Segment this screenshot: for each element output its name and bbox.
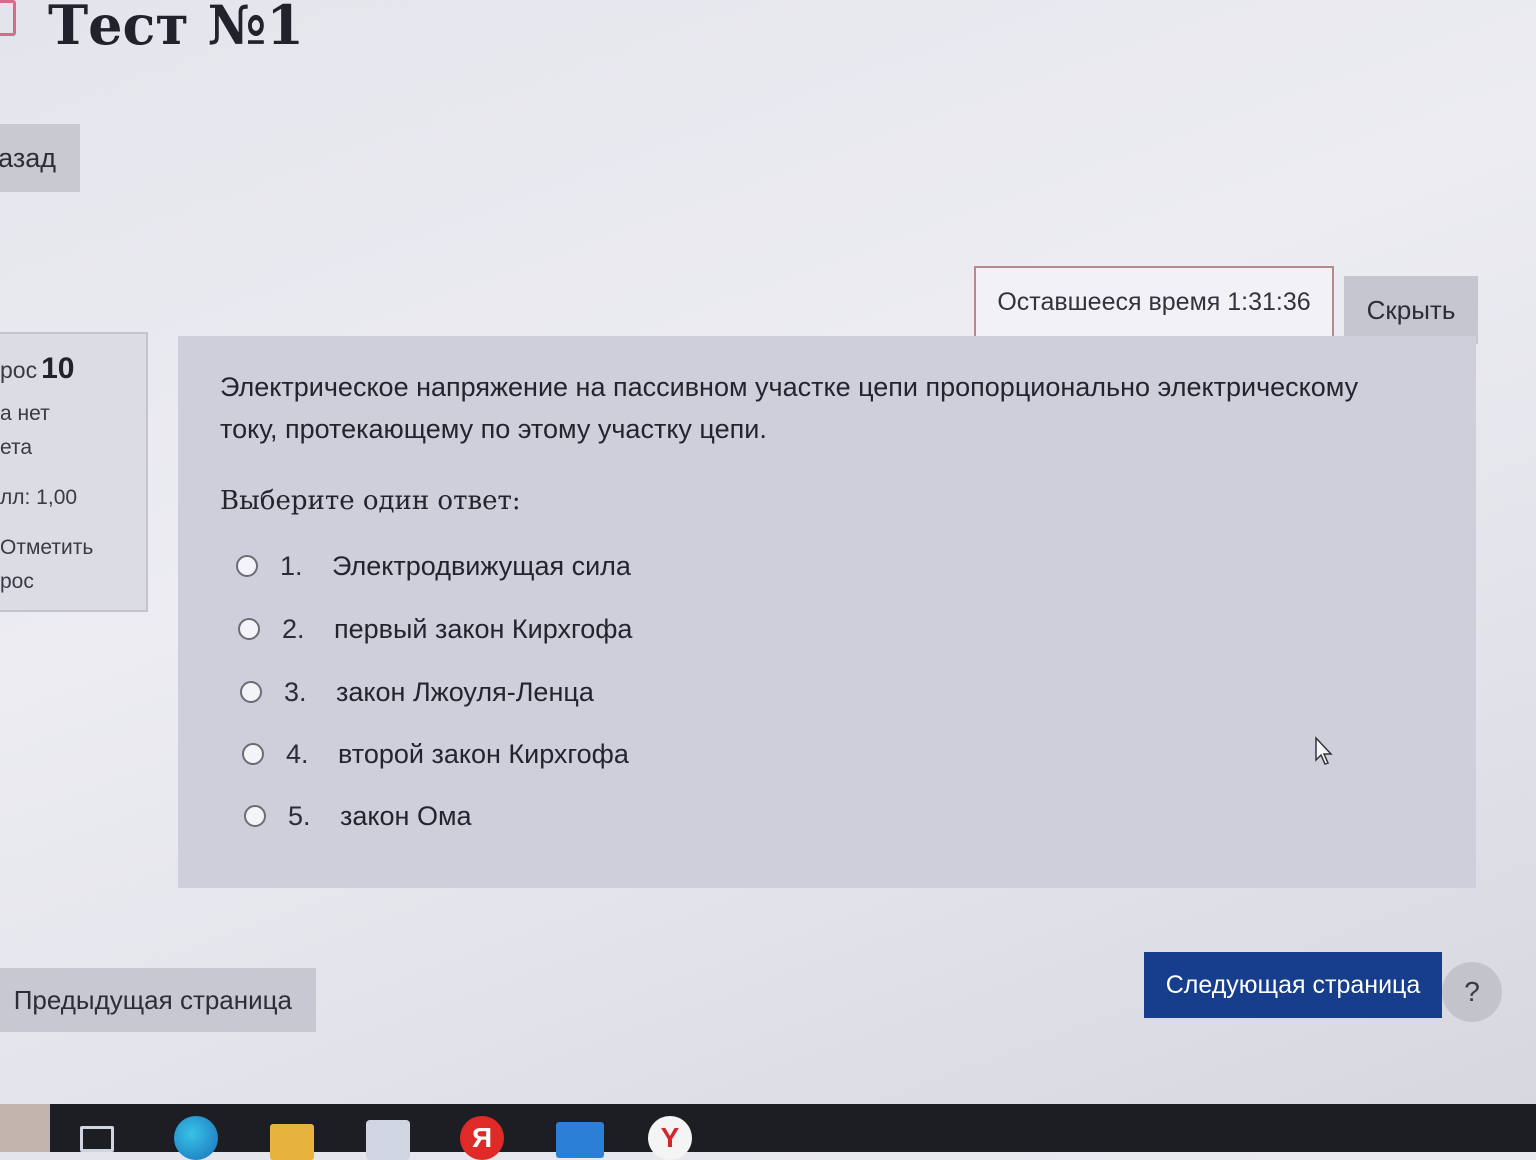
answer-number: 2. <box>282 613 305 644</box>
mouse-cursor-icon <box>1315 736 1333 765</box>
file-explorer-icon[interactable] <box>270 1124 314 1160</box>
answer-text[interactable]: закон Лжоуля-Ленца <box>336 677 594 708</box>
answer-number: 5. <box>288 800 311 831</box>
answer-option-4[interactable]: 4. второй закон Кирхгофа <box>242 730 629 778</box>
flag-question-link[interactable]: Отметить <box>0 536 146 560</box>
yandex-browser-icon[interactable]: Y <box>648 1116 692 1160</box>
timer-display: Оставшееся время 1:31:36 <box>974 266 1334 338</box>
radio-button[interactable] <box>244 805 266 827</box>
question-text: Электрическое напряжение на пассивном уч… <box>220 372 1359 444</box>
answer-text[interactable]: второй закон Кирхгофа <box>338 739 629 770</box>
answer-number: 3. <box>284 676 307 707</box>
answer-option-5[interactable]: 5. закон Ома <box>244 792 472 840</box>
taskbar-left-edge <box>0 1104 50 1152</box>
hide-timer-button[interactable]: Скрыть <box>1344 276 1478 344</box>
next-page-button[interactable]: Следующая страница <box>1144 952 1442 1018</box>
question-status-line2: ета <box>0 436 33 459</box>
radio-button[interactable] <box>240 681 262 703</box>
answer-number: 4. <box>286 738 309 769</box>
answer-number: 1. <box>280 550 303 581</box>
radio-button[interactable] <box>238 618 260 640</box>
answer-option-3[interactable]: 3. закон Лжоуля-Ленца <box>240 668 594 716</box>
quiz-icon <box>0 0 16 36</box>
answer-option-1[interactable]: 1. Электродвижущая сила <box>236 542 631 590</box>
answer-text[interactable]: Электродвижущая сила <box>332 551 631 582</box>
question-mark: лл: 1,00 <box>0 486 78 509</box>
question-status-line1: а нет <box>0 402 50 425</box>
back-button[interactable]: азад <box>0 124 80 192</box>
question-number: 10 <box>41 352 75 385</box>
task-view-icon[interactable] <box>80 1126 114 1152</box>
edge-icon[interactable] <box>174 1116 218 1160</box>
mail-icon[interactable] <box>556 1122 604 1158</box>
answer-prompt: Выберите один ответ: <box>220 486 521 516</box>
answer-text[interactable]: закон Ома <box>340 801 472 832</box>
question-label-text: рос <box>0 357 38 383</box>
taskbar <box>0 1104 1536 1152</box>
answer-text[interactable]: первый закон Кирхгофа <box>334 614 632 645</box>
question-info-panel: рос 10 а нет ета лл: 1,00 Отметить рос <box>0 332 148 612</box>
store-icon[interactable] <box>366 1120 410 1160</box>
previous-page-button[interactable]: Предыдущая страница <box>0 968 316 1032</box>
flag-question-link-line2[interactable]: рос <box>0 570 146 594</box>
page-title: Тест №1 <box>48 0 304 57</box>
answer-option-2[interactable]: 2. первый закон Кирхгофа <box>238 605 632 653</box>
yandex-icon[interactable]: Я <box>460 1116 504 1160</box>
radio-button[interactable] <box>242 743 264 765</box>
question-number-label: рос 10 <box>0 352 146 386</box>
radio-button[interactable] <box>236 555 258 577</box>
help-button[interactable]: ? <box>1442 962 1502 1022</box>
